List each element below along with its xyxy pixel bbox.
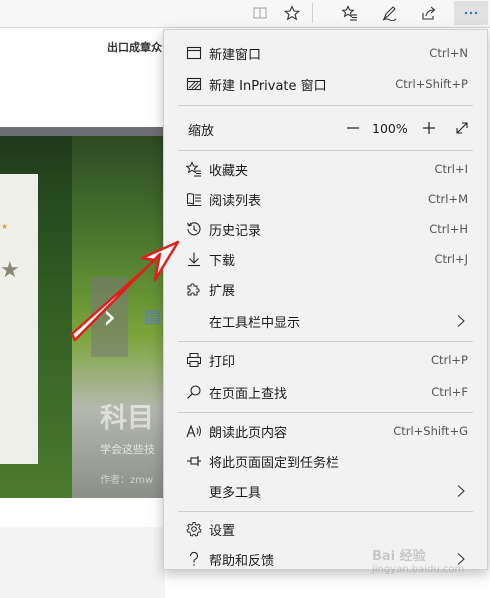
menu-item-find-on-page[interactable]: 在页面上查找 Ctrl+F [164,377,487,407]
help-question-icon [186,551,202,567]
menu-item-print[interactable]: 打印 Ctrl+P [164,345,487,375]
menu-item-shortcut: Ctrl+Shift+P [395,77,468,91]
menu-item-label: 在工具栏中显示 [209,315,301,331]
reading-list-icon [186,191,202,207]
hero-author: 作者：zmw [100,475,154,486]
share-icon[interactable] [415,1,443,25]
menu-item-label: 更多工具 [209,485,262,501]
card-dot-icon: ★ [1,222,9,231]
more-actions-icon[interactable] [454,1,488,25]
site-header-text[interactable]: 出口成章众 [107,39,162,55]
chevron-right-icon [455,314,467,328]
menu-item-more-tools[interactable]: 更多工具 [164,476,487,506]
reading-view-icon[interactable] [246,1,274,25]
menu-item-shortcut: Ctrl+Shift+G [393,424,468,438]
zoom-label: 缩放 [188,124,215,139]
menu-item-favorites[interactable]: 收藏夹 Ctrl+I [164,154,487,184]
menu-item-reading-list[interactable]: 阅读列表 Ctrl+M [164,184,487,214]
watermark-url: jingyan.baidu.com [372,564,465,575]
menu-item-history[interactable]: 历史记录 Ctrl+H [164,214,487,244]
menu-item-label: 朗读此页内容 [209,425,288,441]
history-clock-icon [186,221,202,237]
fullscreen-icon[interactable] [451,117,473,139]
favorites-icon [185,161,202,177]
hero-subtitle: 学会这些技 [100,443,155,456]
menu-item-shortcut: Ctrl+F [431,385,468,399]
menu-item-settings[interactable]: 设置 [164,514,487,544]
gear-icon [186,521,202,537]
menu-item-label: 新建窗口 [209,47,262,63]
menu-item-label: 在页面上查找 [209,386,288,402]
menu-item-read-aloud[interactable]: 朗读此页内容 Ctrl+Shift+G [164,416,487,446]
zoom-level-value: 100% [372,121,408,136]
search-icon [186,384,202,400]
menu-item-label: 帮助和反馈 [209,553,275,569]
printer-icon [186,352,202,368]
menu-item-extensions[interactable]: 扩展 [164,274,487,304]
menu-item-label: 下载 [209,253,236,269]
menu-item-shortcut: Ctrl+N [429,46,468,60]
download-arrow-icon [186,251,202,267]
browser-toolbar [0,0,490,28]
menu-item-show-in-toolbar[interactable]: 在工具栏中显示 [164,306,487,336]
menu-item-label: 新建 InPrivate 窗口 [209,78,327,94]
new-window-icon [186,45,202,61]
menu-item-shortcut: Ctrl+J [434,252,469,266]
menu-item-label: 阅读列表 [209,193,262,209]
zoom-out-icon[interactable] [342,117,364,139]
pin-icon [186,453,202,469]
watermark-logo: Bai 经验 [372,549,426,564]
toolbar-divider [312,3,313,23]
menu-item-label: 设置 [209,523,236,539]
menu-item-shortcut: Ctrl+H [429,222,468,236]
zoom-in-icon[interactable] [418,117,440,139]
slider-next-arrow[interactable]: › [91,277,128,357]
chevron-right-icon [455,484,467,498]
favorites-hub-icon[interactable] [336,1,364,25]
menu-item-shortcut: Ctrl+P [430,353,468,367]
menu-divider [178,412,473,413]
inprivate-window-icon [186,76,202,92]
menu-item-downloads[interactable]: 下载 Ctrl+J [164,244,487,274]
hero-title[interactable]: 科目 [100,396,154,435]
menu-item-pin-to-taskbar[interactable]: 将此页面固定到任务栏 [164,446,487,476]
menu-item-shortcut: Ctrl+I [434,162,469,176]
menu-item-label: 扩展 [209,283,236,299]
menu-divider [178,511,473,512]
menu-item-label: 收藏夹 [209,163,249,179]
menu-item-new-window[interactable]: 新建窗口 Ctrl+N [164,38,487,68]
extensions-puzzle-icon [186,281,202,297]
menu-divider [178,105,473,106]
hero-card [0,174,38,464]
menu-divider [178,150,473,151]
card-star-icon: ★ [0,258,20,283]
menu-item-new-inprivate-window[interactable]: 新建 InPrivate 窗口 Ctrl+Shift+P [164,69,487,99]
page-footer-area [0,527,165,598]
menu-item-label: 打印 [209,354,236,370]
menu-item-label: 将此页面固定到任务栏 [209,455,340,471]
read-aloud-icon [186,423,202,439]
settings-and-more-menu: 新建窗口 Ctrl+N 新建 InPrivate 窗口 Ctrl+Shift+P… [163,29,488,570]
favorite-star-icon[interactable] [278,1,306,25]
menu-zoom-row: 缩放 100% [164,113,487,143]
hero-thumbnail-icon: ▤ [144,306,162,327]
menu-item-label: 历史记录 [209,223,262,239]
web-note-pen-icon[interactable] [375,1,403,25]
menu-item-shortcut: Ctrl+M [427,192,468,206]
menu-divider [178,341,473,342]
